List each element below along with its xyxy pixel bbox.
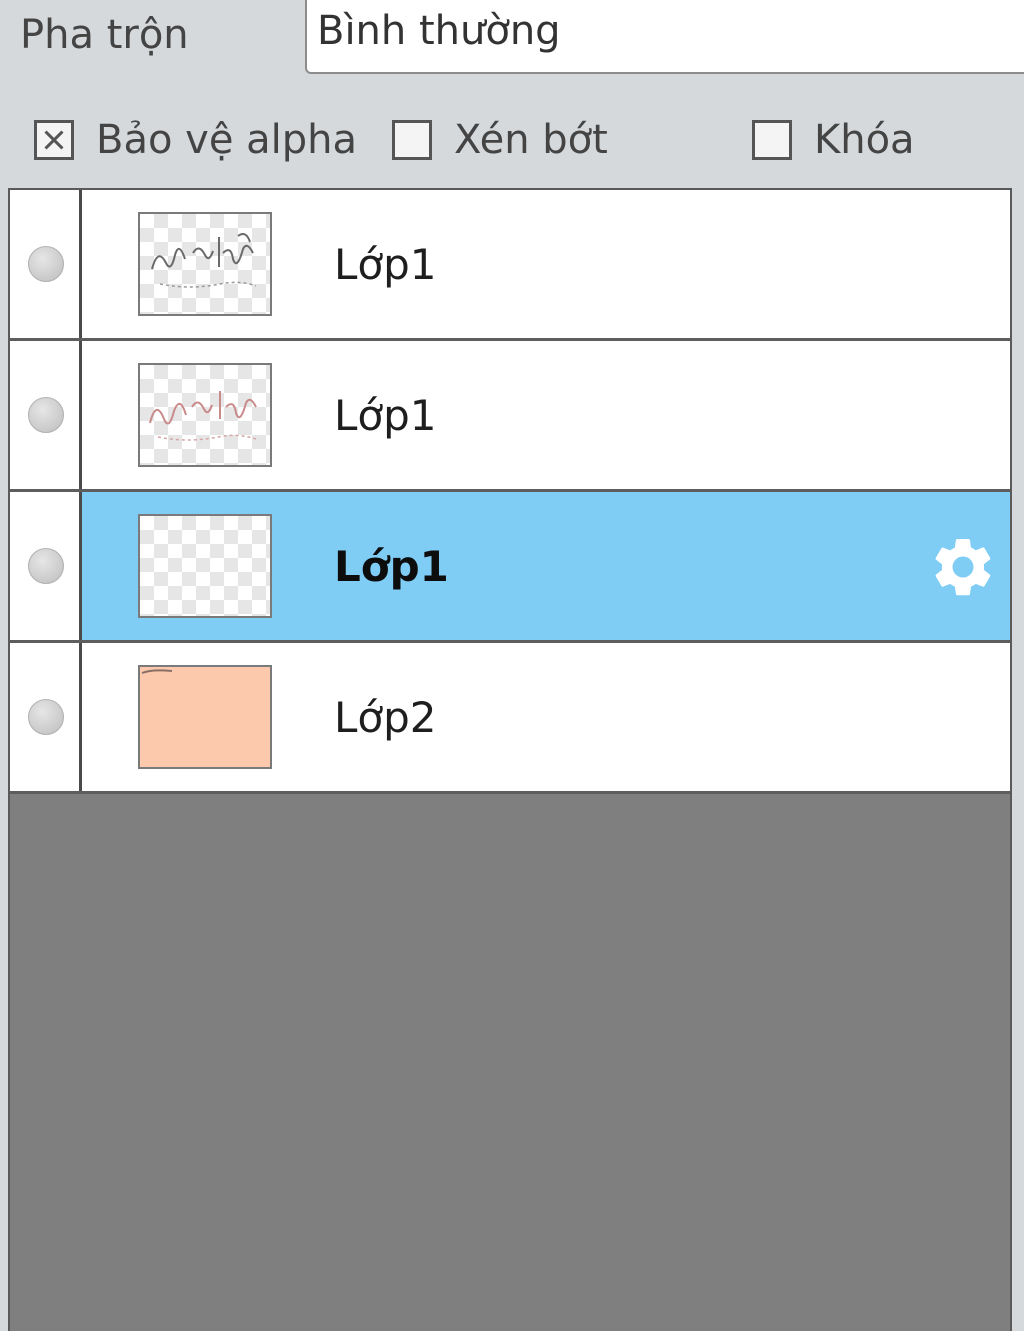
layer-row-selected[interactable]: Lớp1 xyxy=(10,492,1010,643)
visibility-dot-icon[interactable] xyxy=(28,246,64,282)
layer-name: Lớp1 xyxy=(334,391,437,440)
clip-label: Xén bớt xyxy=(454,117,608,163)
layer-row[interactable]: Lớp2 xyxy=(10,643,1010,794)
visibility-dot-icon[interactable] xyxy=(28,548,64,584)
lock-label: Khóa xyxy=(814,117,915,163)
lock-option[interactable]: Khóa xyxy=(752,100,915,180)
protect-alpha-label: Bảo vệ alpha xyxy=(96,117,358,163)
layer-main[interactable]: Lớp2 xyxy=(82,643,1010,791)
blend-mode-value: Bình thường xyxy=(317,8,561,54)
layer-row[interactable]: Lớp1 xyxy=(10,190,1010,341)
layer-row[interactable]: Lớp1 xyxy=(10,341,1010,492)
blend-mode-row: Pha trộn Bình thường xyxy=(0,0,1024,80)
layer-options-row: Bảo vệ alpha Xén bớt Khóa xyxy=(0,100,1024,180)
gear-icon[interactable] xyxy=(928,532,998,602)
visibility-dot-icon[interactable] xyxy=(28,397,64,433)
layer-list: Lớp1 Lớp1 Lớp1 Lớp2 xyxy=(10,190,1010,794)
layer-main[interactable]: Lớp1 xyxy=(82,190,1010,338)
visibility-dot-icon[interactable] xyxy=(28,699,64,735)
clip-option[interactable]: Xén bớt xyxy=(392,100,608,180)
sketch-thumbnail-icon xyxy=(151,233,257,288)
blend-mode-select[interactable]: Bình thường xyxy=(305,0,1024,74)
layer-name: Lớp2 xyxy=(334,693,437,742)
visibility-column xyxy=(10,190,82,338)
layer-thumbnail xyxy=(138,665,272,769)
layer-thumbnail xyxy=(138,363,272,467)
visibility-column xyxy=(10,492,82,640)
lock-checkbox[interactable] xyxy=(752,120,792,160)
visibility-column xyxy=(10,643,82,791)
paper-corner-icon xyxy=(141,669,173,674)
sketch-thumbnail-icon xyxy=(149,391,257,441)
layer-main[interactable]: Lớp1 xyxy=(82,341,1010,489)
layers-panel: Lớp1 Lớp1 Lớp1 Lớp2 xyxy=(8,188,1012,1331)
layer-thumbnail xyxy=(138,212,272,316)
protect-alpha-option[interactable]: Bảo vệ alpha xyxy=(34,100,357,180)
layer-main[interactable]: Lớp1 xyxy=(82,492,1010,640)
protect-alpha-checkbox[interactable] xyxy=(34,120,74,160)
visibility-column xyxy=(10,341,82,489)
clip-checkbox[interactable] xyxy=(392,120,432,160)
layer-name: Lớp1 xyxy=(334,542,449,591)
layer-name: Lớp1 xyxy=(334,240,437,289)
layer-thumbnail xyxy=(138,514,272,618)
blend-mode-label: Pha trộn xyxy=(20,12,189,58)
